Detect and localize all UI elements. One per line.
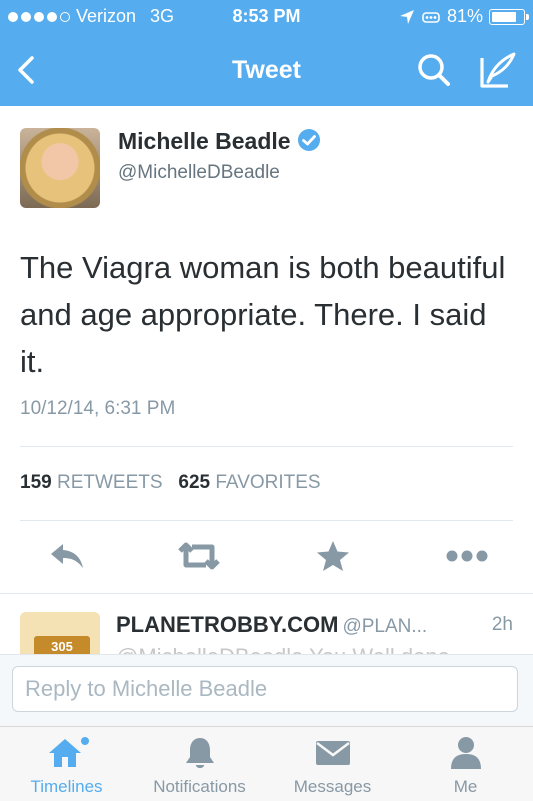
reply-time: 2h <box>491 614 513 635</box>
tab-label: Timelines <box>30 777 103 796</box>
divider <box>20 520 513 521</box>
nav-bar: Tweet <box>0 40 533 100</box>
tab-bar: Timelines Notifications Messages Me <box>0 726 533 801</box>
tab-messages[interactable]: Messages <box>266 735 399 797</box>
sync-icon <box>422 11 440 23</box>
retweets-label: RETWEETS <box>56 472 163 493</box>
avatar[interactable]: 305 <box>20 612 100 654</box>
battery-icon <box>489 8 529 25</box>
retweets-count: 159 <box>20 472 52 493</box>
avatar-badge: 305 <box>34 636 90 654</box>
tab-notifications[interactable]: Notifications <box>133 735 266 797</box>
verified-icon <box>297 128 321 158</box>
envelope-icon <box>266 735 399 771</box>
reply-input[interactable] <box>12 666 518 712</box>
more-icon[interactable] <box>444 536 490 576</box>
tweet-timestamp: 10/12/14, 6:31 PM <box>20 398 176 419</box>
favorites-count: 625 <box>178 472 211 493</box>
tab-label: Messages <box>293 777 372 796</box>
reply-text: @MichelleDBeadle You Well done <box>116 644 450 654</box>
tweet-author[interactable]: Michelle Beadle @MichelleDBeadle <box>20 124 520 214</box>
tweet-stats: 159 RETWEETS 625 FAVORITES <box>20 472 321 494</box>
tweet-actions <box>0 536 533 580</box>
person-icon <box>399 735 532 771</box>
tweet-text: The Viagra woman is both beautiful and a… <box>20 250 506 379</box>
author-name[interactable]: Michelle Beadle <box>118 128 321 158</box>
tab-label: Me <box>453 777 478 796</box>
status-bar: Verizon 3G 8:53 PM 81% <box>0 6 533 32</box>
location-icon <box>399 9 414 24</box>
compose-icon[interactable] <box>474 48 520 92</box>
divider <box>0 593 533 594</box>
author-handle[interactable]: @MichelleDBeadle <box>118 162 280 184</box>
tab-me[interactable]: Me <box>399 735 532 797</box>
list-item[interactable]: 305 PLANETROBBY.COM@PLAN... 2h @Michelle… <box>0 600 533 654</box>
home-icon <box>0 735 133 771</box>
reply-icon[interactable] <box>44 536 90 576</box>
favorite-icon[interactable] <box>310 536 356 576</box>
tab-label: Notifications <box>153 777 246 796</box>
favorites-stat[interactable]: 625 FAVORITES <box>178 472 320 493</box>
retweet-icon[interactable] <box>176 536 222 576</box>
top-bar: Verizon 3G 8:53 PM 81% Tweet <box>0 0 533 106</box>
battery-percent: 81% <box>446 6 483 26</box>
avatar[interactable] <box>20 128 100 208</box>
reply-author[interactable]: PLANETROBBY.COM @PLAN... <box>116 612 427 638</box>
search-icon[interactable] <box>414 52 454 88</box>
retweets-stat[interactable]: 159 RETWEETS <box>20 472 163 493</box>
tab-timelines[interactable]: Timelines <box>0 735 133 797</box>
author-name-text: Michelle Beadle <box>118 128 291 155</box>
reply-author-handle: @PLAN... <box>342 616 428 637</box>
favorites-label: FAVORITES <box>215 472 321 493</box>
divider <box>20 446 513 447</box>
bell-icon <box>133 735 266 771</box>
reply-author-name: PLANETROBBY.COM <box>116 612 339 637</box>
reply-bar <box>0 654 533 727</box>
